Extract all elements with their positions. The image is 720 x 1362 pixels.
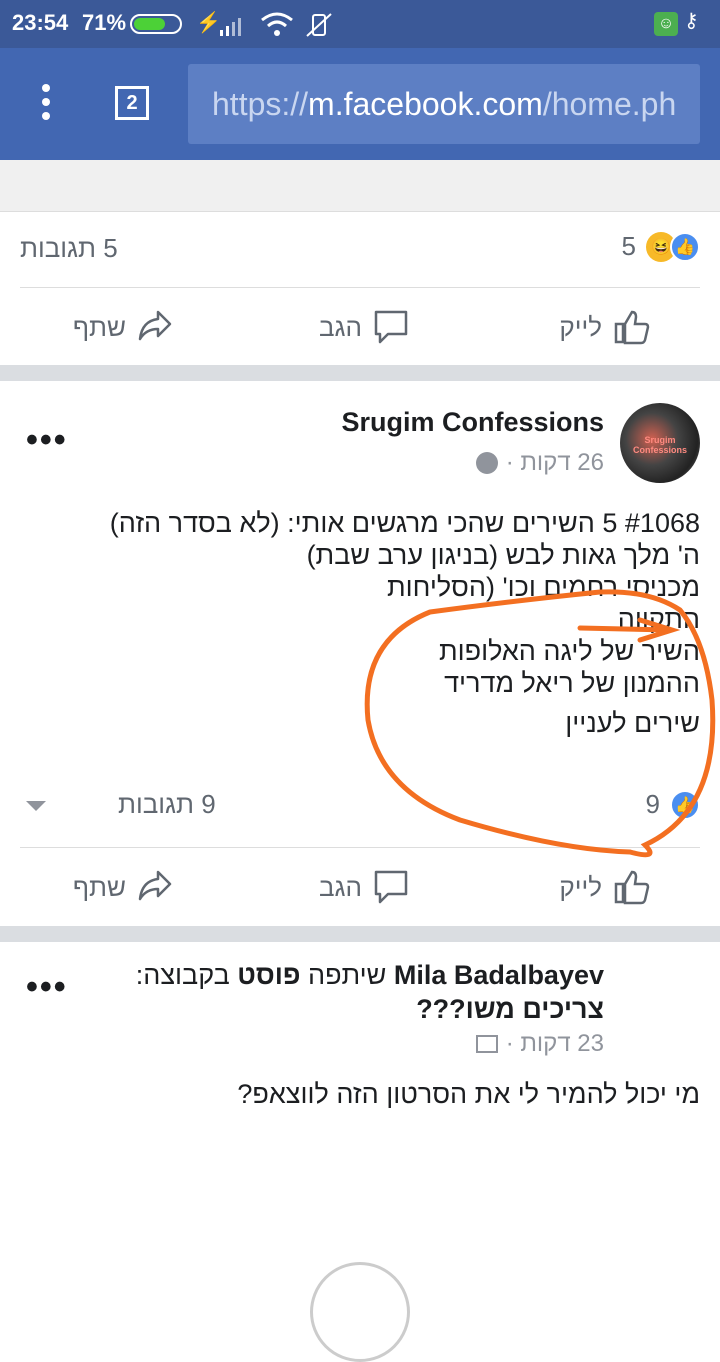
comment-icon xyxy=(374,310,408,344)
post-2-meta: 26 דקות · xyxy=(475,449,604,477)
share-icon xyxy=(138,310,172,341)
post-3-meta: 23 דקות · xyxy=(475,1030,604,1058)
comment-label: הגב xyxy=(318,311,362,342)
shared-verb: שיתפה xyxy=(307,960,387,990)
post-2-like-button[interactable]: לייק xyxy=(559,849,650,925)
url-bar[interactable]: https://m.facebook.com/home.ph xyxy=(188,64,700,144)
post-2-reactions[interactable]: 9 👍 xyxy=(646,789,700,820)
post-3-author[interactable]: Mila Badalbayev xyxy=(394,960,604,990)
feed-separator xyxy=(0,365,720,381)
key-icon: ⚷ xyxy=(684,10,699,32)
facebook-nav-bar xyxy=(0,160,720,212)
post-1-like-button[interactable]: לייק xyxy=(559,289,650,365)
post-line: התקווה xyxy=(617,604,700,634)
globe-icon xyxy=(475,452,498,474)
post-2-time[interactable]: 26 דקות · xyxy=(506,449,604,477)
post-2-author[interactable]: Srugim Confessions xyxy=(341,407,604,438)
post-tag-line: שירים לעניין xyxy=(565,708,700,738)
signal-icon xyxy=(220,18,241,36)
like-label: לייק xyxy=(559,311,602,342)
share-icon xyxy=(138,870,172,901)
post-card-1: 5 תגובות 5 😆 👍 לייק הגב שתף xyxy=(0,213,720,365)
status-time: 23:54 xyxy=(12,10,69,35)
post-1-comment-button[interactable]: הגב xyxy=(319,289,410,365)
browser-menu-button[interactable] xyxy=(38,84,54,124)
post-1-reactions[interactable]: 5 😆 👍 xyxy=(622,231,700,262)
url-path: /home.ph xyxy=(542,86,677,122)
post-1-comments-count[interactable]: 5 תגובות xyxy=(20,233,118,264)
share-label: שתף xyxy=(72,311,126,342)
notification-app-icon: ☺ xyxy=(654,12,678,36)
post-2-header: Srugim Confessions Srugim Confessions 26… xyxy=(0,393,720,493)
post-1-counts: 5 תגובות 5 😆 👍 xyxy=(0,213,720,283)
post-1-reactions-count: 5 xyxy=(621,231,636,261)
divider xyxy=(20,847,700,848)
post-card-3: Mila Badalbayev שיתפה פוסט בקבוצה: צריכי… xyxy=(0,942,720,1280)
like-reaction-icon: 👍 xyxy=(670,231,700,262)
url-scheme: https:// xyxy=(212,86,309,122)
tab-switcher-button[interactable]: 2 xyxy=(115,86,149,120)
post-2-comment-button[interactable]: הגב xyxy=(319,849,410,925)
url-host: m.facebook.com xyxy=(308,86,543,122)
post-line: ההמנון של ריאל מדריד xyxy=(444,668,700,698)
floating-action-button[interactable] xyxy=(310,1262,410,1362)
post-1-share-button[interactable]: שתף xyxy=(73,289,174,365)
battery-level xyxy=(134,18,166,30)
group-icon xyxy=(475,1035,498,1053)
like-label: לייק xyxy=(559,871,602,902)
post-1-actions: לייק הגב שתף xyxy=(0,289,720,365)
group-name[interactable]: צריכים משו??? xyxy=(416,994,604,1024)
post-line: השיר של ליגה האלופות xyxy=(438,636,700,666)
post-2-body: #1068 5 השירים שהכי מרגשים אותי: (לא בסד… xyxy=(20,507,700,739)
post-3-header-text: Mila Badalbayev שיתפה פוסט בקבוצה: צריכי… xyxy=(104,958,604,1026)
like-reaction-icon: 👍 xyxy=(670,789,700,820)
feed-separator xyxy=(0,926,720,942)
post-link[interactable]: פוסט xyxy=(237,960,300,990)
divider xyxy=(20,287,700,288)
battery-icon xyxy=(130,14,182,34)
thumbs-up-icon xyxy=(614,870,650,905)
in-group-text: בקבוצה: xyxy=(135,960,230,990)
post-2-comments-count[interactable]: 9 תגובות xyxy=(118,789,216,820)
comment-label: הגב xyxy=(318,871,362,902)
chevron-down-icon[interactable] xyxy=(26,801,46,811)
post-3-time[interactable]: 23 דקות · xyxy=(506,1030,604,1058)
share-label: שתף xyxy=(72,871,126,902)
status-bar: 23:54 71% ⚡ ☺ ⚷ xyxy=(0,0,720,48)
post-2-more-button[interactable]: ••• xyxy=(26,421,68,460)
comment-icon xyxy=(374,870,408,904)
post-2-reactions-count: 9 xyxy=(645,789,660,819)
wifi-icon xyxy=(261,12,293,36)
post-card-2: Srugim Confessions Srugim Confessions 26… xyxy=(0,381,720,926)
post-2-actions: לייק הגב שתף xyxy=(0,849,720,925)
battery-percent: 71% xyxy=(82,10,127,35)
post-line: #1068 5 השירים שהכי מרגשים אותי: (לא בסד… xyxy=(109,508,700,538)
post-line: ה' מלך גאות לבש (בניגון ערב שבת) xyxy=(306,540,700,570)
vibrate-off-icon xyxy=(306,13,332,37)
thumbs-up-icon xyxy=(614,310,650,345)
avatar-logo-text: Srugim Confessions xyxy=(632,435,687,455)
post-3-body: מי יכול להמיר לי את הסרטון הזה לווצאפ? xyxy=(237,1079,700,1109)
post-line: מכניסי רחמים וכו' (הסליחות xyxy=(386,572,700,602)
post-2-share-button[interactable]: שתף xyxy=(73,849,174,925)
post-3-more-button[interactable]: ••• xyxy=(26,968,68,1007)
browser-toolbar: 2 https://m.facebook.com/home.ph xyxy=(0,48,720,160)
post-2-counts: 9 תגובות 9 👍 xyxy=(0,779,720,849)
